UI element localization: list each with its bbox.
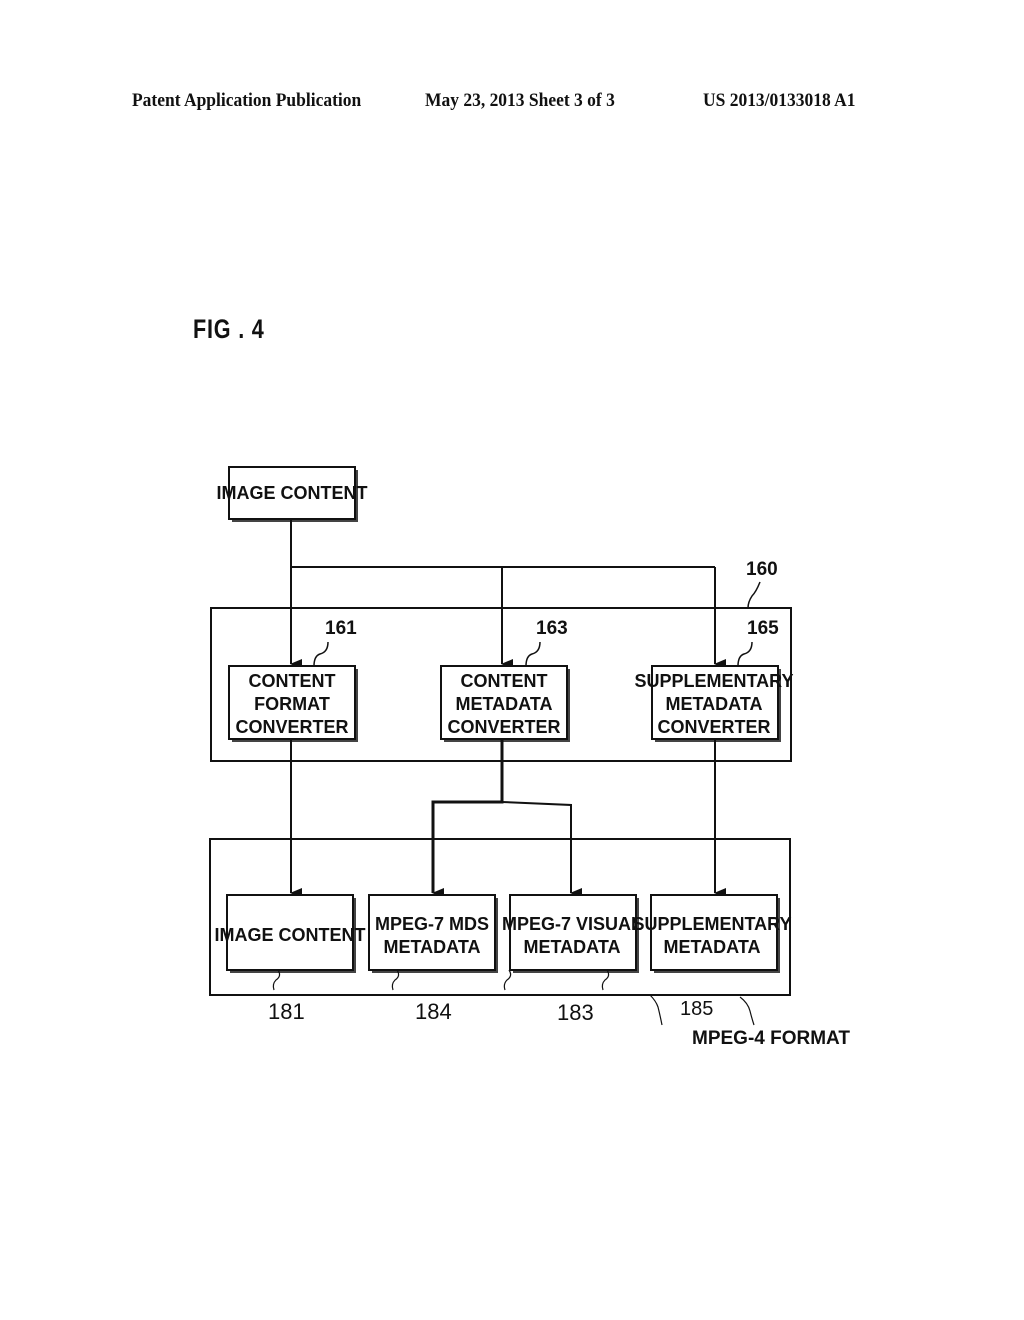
block-181-line-1: IMAGE CONTENT [215,925,366,945]
block-165-line-3: CONVERTER [657,717,770,737]
converter-block-163: CONTENT METADATA CONVERTER 163 [440,618,570,742]
block-185-line-2: METADATA [664,937,761,957]
ref-184: 184 [415,999,452,1024]
ref-183: 183 [557,1000,594,1025]
block-163-line-1: CONTENT [461,671,548,691]
mpeg4-format-label: MPEG-4 FORMAT [692,1028,850,1049]
output-connectors [290,739,726,898]
block-161-line-2: FORMAT [254,694,330,714]
block-diagram: IMAGE CONTENT 160 CONTENT FORMAT CONVERT… [209,466,850,1049]
block-165-line-1: SUPPLEMENTARY [634,671,793,691]
source-box-label: IMAGE CONTENT [217,483,368,503]
output-block-181: IMAGE CONTENT 181 [215,894,366,1024]
block-183-line-1: MPEG-7 VISUAL [502,914,642,934]
block-183-line-2: METADATA [524,937,621,957]
source-image-content-box: IMAGE CONTENT [217,466,368,522]
block-163-line-3: CONVERTER [447,717,560,737]
block-165-line-2: METADATA [666,694,763,714]
converter-block-161: CONTENT FORMAT CONVERTER 161 [228,618,358,742]
block-184-line-1: MPEG-7 MDS [375,914,489,934]
ref-160: 160 [746,559,778,580]
ref-161: 161 [325,618,357,639]
block-161-line-3: CONVERTER [235,717,348,737]
block-184-line-2: METADATA [384,937,481,957]
ref-163: 163 [536,618,568,639]
block-161-line-1: CONTENT [249,671,336,691]
block-185-line-1: SUPPLEMENTARY [632,914,791,934]
output-block-184: MPEG-7 MDS METADATA 184 [368,894,498,1024]
output-block-183: MPEG-7 VISUAL METADATA 183 [502,894,642,1025]
block-163-line-2: METADATA [456,694,553,714]
ref-181: 181 [268,999,305,1024]
ref-185: 185 [680,998,713,1020]
ref-165: 165 [747,618,779,639]
source-connectors [290,520,726,669]
